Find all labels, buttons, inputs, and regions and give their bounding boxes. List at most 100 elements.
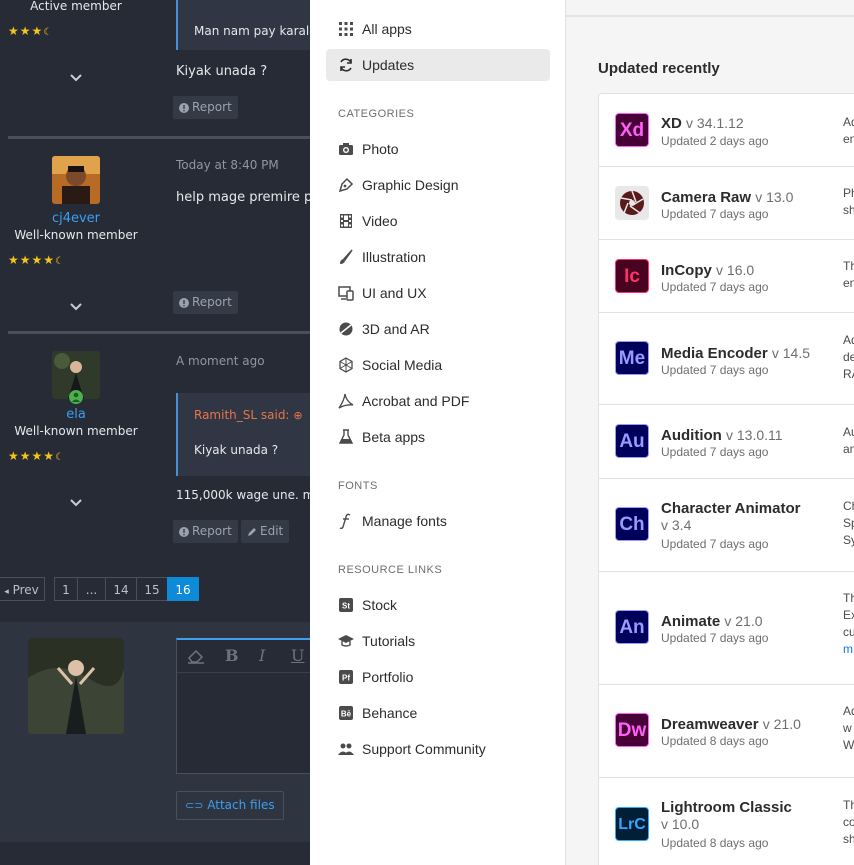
page-button[interactable]: 1 [54,577,78,601]
description-line: de [843,350,854,364]
app-card-audition[interactable]: Au Audition v 13.0.11 Updated 7 days ago… [599,404,854,479]
user-role: Well-known member [14,424,138,438]
stock-icon: St [339,598,353,612]
description-line: Ph [843,186,854,200]
description-line: RA [843,367,854,381]
app-version: v 14.5 [771,345,811,361]
username-link[interactable]: cj4ever [0,211,152,226]
nav-3d-ar[interactable]: 3D and AR [326,313,550,345]
description-line: Au [843,425,854,439]
page-button-current[interactable]: 16 [167,577,199,601]
username-link[interactable]: ela [0,407,152,422]
report-label: Report [192,524,232,538]
online-status-icon [69,390,83,404]
dreamweaver-app-icon: Dw [615,713,649,747]
description-line: Sp [843,516,854,530]
app-name: Camera Raw [661,189,752,206]
portfolio-icon: Pf [339,670,353,684]
nav-label: Stock [362,597,398,613]
page-ellipsis-button[interactable]: ... [77,577,106,601]
user-role: Active member [30,0,122,13]
app-updated: Updated 2 days ago [661,134,769,148]
app-card-xd[interactable]: Xd XD v 34.1.12 Updated 2 days ago Ad en [599,94,854,167]
nav-video[interactable]: Video [326,205,550,237]
app-updated: Updated 7 days ago [661,537,769,551]
section-title-fonts: FONTS [338,480,378,492]
post-date[interactable]: Today at 8:40 PM [176,158,279,172]
underline-icon[interactable]: U [291,646,304,665]
description-line: Ad [843,704,854,718]
apps-sidebar: All apps Updates CATEGORIES Photo Graphi… [310,0,566,865]
nav-manage-fonts[interactable]: Manage fonts [326,505,550,537]
sphere-icon [339,322,353,336]
nav-social-media[interactable]: Social Media [326,349,550,381]
bold-icon[interactable]: B [225,646,239,665]
edit-label: Edit [260,524,284,538]
app-card-dreamweaver[interactable]: Dw Dreamweaver v 21.0 Updated 8 days ago… [599,684,854,778]
nav-tutorials[interactable]: Tutorials [326,625,550,657]
app-version: v 34.1.12 [686,115,744,131]
app-title: Camera Raw v 13.0 [661,189,793,206]
italic-icon[interactable]: I [259,646,265,665]
avatar[interactable] [52,156,100,204]
quote-author[interactable]: Ramith_SL said: ⊕ [178,393,310,422]
app-version: v 10.0 [661,816,700,832]
app-name: InCopy [661,262,712,279]
app-card-incopy[interactable]: Ic InCopy v 16.0 Updated 7 days ago Th en [599,239,854,313]
nav-acrobat-pdf[interactable]: Acrobat and PDF [326,385,550,417]
chevron-down-icon[interactable] [68,298,84,314]
nav-ui-ux[interactable]: UI and UX [326,277,550,309]
app-card-animate[interactable]: An Animate v 21.0 Updated 7 days ago Th E… [599,571,854,685]
more-link[interactable]: m [843,641,854,658]
report-label: Report [192,100,232,114]
nav-stock[interactable]: St Stock [326,589,550,621]
avatar[interactable] [28,638,124,734]
reply-editor[interactable]: B I U [176,638,310,774]
report-button[interactable]: Report [173,291,238,314]
nav-label: Updates [362,57,415,73]
nav-updates[interactable]: Updates [326,49,550,81]
page-button[interactable]: 15 [136,577,168,601]
app-card-camera-raw[interactable]: Camera Raw v 13.0 Updated 7 days ago Ph s… [599,166,854,240]
app-card-character-animator[interactable]: Ch Character Animator v 3.4 Updated 7 day… [599,478,854,572]
app-description: Th en [843,258,854,292]
app-card-lightroom-classic[interactable]: LrC Lightroom Classic v 10.0 Updated 8 da… [599,777,854,865]
app-updated: Updated 7 days ago [661,363,769,377]
chevron-down-icon[interactable] [68,494,84,510]
nav-all-apps[interactable]: All apps [326,13,550,45]
nav-photo[interactable]: Photo [326,133,550,165]
app-update-list: Xd XD v 34.1.12 Updated 2 days ago Aden … [598,93,854,865]
description-line: sh [843,203,854,217]
page-button[interactable]: 14 [105,577,137,601]
nav-label: Photo [362,141,399,157]
attach-files-button[interactable]: ⊂⊃ Attach files [176,791,284,820]
arrow-up-circle-icon[interactable]: ⊕ [293,409,302,422]
prev-page-button[interactable]: ◂ Prev [0,577,45,601]
report-label: Report [192,295,232,309]
app-title: Character Animator v 3.4 [661,500,841,534]
eraser-icon[interactable] [187,648,205,664]
report-button[interactable]: Report [173,96,238,119]
rating-stars: ★★★★☾ [8,253,65,267]
app-name: Character Animator [661,500,801,517]
nav-behance[interactable]: Bē Behance [326,697,550,729]
app-card-media-encoder[interactable]: Me Media Encoder v 14.5 Updated 7 days a… [599,312,854,405]
post-date[interactable]: A moment ago [176,354,265,368]
app-version: v 13.0 [755,189,794,205]
nav-illustration[interactable]: Illustration [326,241,550,273]
report-button[interactable]: Report [173,520,238,543]
xd-app-icon: Xd [615,113,649,147]
app-name: Media Encoder [661,345,768,362]
app-description: Ad de RA [843,332,854,383]
chevron-down-icon[interactable] [68,69,84,85]
nav-support-community[interactable]: Support Community [326,733,550,765]
nav-graphic-design[interactable]: Graphic Design [326,169,550,201]
edit-button[interactable]: Edit [241,520,290,543]
pencil-icon [248,528,256,536]
nav-portfolio[interactable]: Pf Portfolio [326,661,550,693]
nav-beta-apps[interactable]: Beta apps [326,421,550,453]
post-text: Kiyak unada ? [176,64,268,79]
post-divider [8,331,310,334]
app-description: Th co sh [843,797,854,848]
nav-label: Graphic Design [362,177,459,193]
